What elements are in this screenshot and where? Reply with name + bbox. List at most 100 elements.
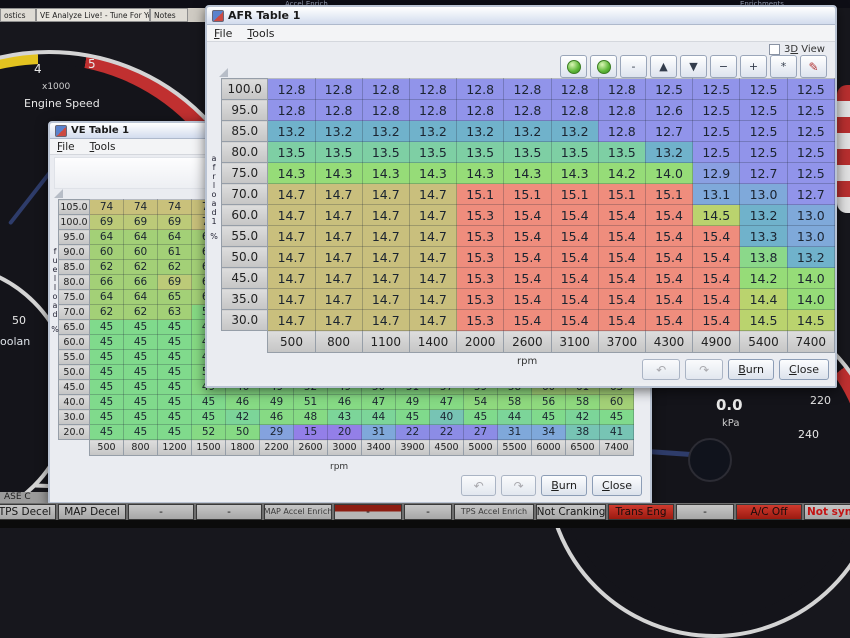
increment-button[interactable]: + bbox=[740, 55, 767, 78]
row-down-button[interactable]: ▼ bbox=[680, 55, 707, 78]
ve-cell[interactable]: 64 bbox=[124, 290, 158, 305]
ve-cell[interactable]: 51 bbox=[294, 395, 328, 410]
ve-cell[interactable]: 49 bbox=[260, 395, 294, 410]
afr-menu-tools[interactable]: Tools bbox=[247, 27, 274, 40]
decrement-small-button[interactable]: - bbox=[620, 55, 647, 78]
ve-cell[interactable]: 41 bbox=[600, 425, 634, 440]
afr-cell[interactable]: 14.7 bbox=[409, 226, 456, 247]
afr-cell[interactable]: 12.8 bbox=[409, 100, 456, 121]
ve-cell[interactable]: 45 bbox=[124, 410, 158, 425]
ve-burn-button[interactable]: Burn bbox=[541, 475, 587, 496]
edit-pencil-icon[interactable]: ✎ bbox=[800, 55, 827, 78]
ve-cell[interactable]: 69 bbox=[158, 275, 192, 290]
ve-cell[interactable]: 38 bbox=[566, 425, 600, 440]
afr-cell[interactable]: 14.2 bbox=[740, 268, 787, 289]
afr-cell[interactable]: 12.8 bbox=[268, 79, 315, 100]
ve-cell[interactable]: 42 bbox=[566, 410, 600, 425]
afr-undo-button[interactable]: ↶ bbox=[642, 359, 680, 380]
ve-cell[interactable]: 69 bbox=[90, 215, 124, 230]
afr-cell[interactable]: 12.5 bbox=[787, 142, 834, 163]
afr-cell[interactable]: 15.1 bbox=[551, 184, 598, 205]
afr-cell[interactable]: 13.2 bbox=[457, 121, 504, 142]
ve-cell[interactable]: 45 bbox=[90, 410, 124, 425]
row-up-button[interactable]: ▲ bbox=[650, 55, 677, 78]
afr-window-titlebar[interactable]: AFR Table 1 bbox=[207, 7, 835, 25]
afr-cell[interactable]: 14.7 bbox=[268, 289, 315, 310]
afr-cell[interactable]: 12.5 bbox=[740, 121, 787, 142]
afr-cell[interactable]: 15.3 bbox=[457, 289, 504, 310]
afr-cell[interactable]: 15.4 bbox=[645, 310, 692, 331]
afr-cell[interactable]: 13.2 bbox=[551, 121, 598, 142]
ve-cell[interactable]: 45 bbox=[124, 395, 158, 410]
afr-cell[interactable]: 14.7 bbox=[268, 226, 315, 247]
afr-cell[interactable]: 15.4 bbox=[551, 289, 598, 310]
afr-cell[interactable]: 14.7 bbox=[362, 310, 409, 331]
afr-cell[interactable]: 12.8 bbox=[504, 100, 551, 121]
ve-cell[interactable]: 42 bbox=[226, 410, 260, 425]
afr-cell[interactable]: 12.5 bbox=[693, 79, 740, 100]
afr-cell[interactable]: 14.7 bbox=[409, 268, 456, 289]
ve-cell[interactable]: 62 bbox=[124, 260, 158, 275]
ve-cell[interactable]: 29 bbox=[260, 425, 294, 440]
ve-cell[interactable]: 50 bbox=[226, 425, 260, 440]
afr-cell[interactable]: 12.8 bbox=[598, 121, 645, 142]
ve-cell[interactable]: 45 bbox=[158, 380, 192, 395]
ve-cell[interactable]: 45 bbox=[158, 365, 192, 380]
live-follow-icon[interactable] bbox=[560, 55, 587, 78]
afr-cell[interactable]: 14.7 bbox=[409, 184, 456, 205]
afr-cell[interactable]: 15.4 bbox=[551, 205, 598, 226]
ve-cell[interactable]: 61 bbox=[158, 245, 192, 260]
ve-cell[interactable]: 15 bbox=[294, 425, 328, 440]
afr-cell[interactable]: 15.4 bbox=[693, 289, 740, 310]
afr-cell[interactable]: 12.5 bbox=[740, 79, 787, 100]
ve-cell[interactable]: 47 bbox=[362, 395, 396, 410]
ve-cell[interactable]: 45 bbox=[532, 410, 566, 425]
ve-cell[interactable]: 45 bbox=[124, 365, 158, 380]
ve-cell[interactable]: 52 bbox=[192, 425, 226, 440]
afr-cell[interactable]: 12.8 bbox=[457, 79, 504, 100]
afr-cell[interactable]: 12.5 bbox=[693, 142, 740, 163]
afr-corner-grip[interactable] bbox=[219, 68, 228, 77]
afr-cell[interactable]: 14.5 bbox=[740, 310, 787, 331]
ve-cell[interactable]: 31 bbox=[498, 425, 532, 440]
afr-cell[interactable]: 15.4 bbox=[645, 268, 692, 289]
ve-cell[interactable]: 45 bbox=[90, 365, 124, 380]
afr-cell[interactable]: 14.3 bbox=[409, 163, 456, 184]
ve-cell[interactable]: 56 bbox=[532, 395, 566, 410]
ve-cell[interactable]: 45 bbox=[124, 335, 158, 350]
afr-cell[interactable]: 13.8 bbox=[740, 247, 787, 268]
afr-cell[interactable]: 14.0 bbox=[787, 268, 834, 289]
afr-cell[interactable]: 13.5 bbox=[409, 142, 456, 163]
decrement-button[interactable]: − bbox=[710, 55, 737, 78]
ve-cell[interactable]: 58 bbox=[498, 395, 532, 410]
ve-undo-button[interactable]: ↶ bbox=[461, 475, 496, 496]
afr-cell[interactable]: 15.4 bbox=[504, 310, 551, 331]
ve-cell[interactable]: 45 bbox=[124, 320, 158, 335]
ve-cell[interactable]: 45 bbox=[158, 335, 192, 350]
afr-cell[interactable]: 13.5 bbox=[551, 142, 598, 163]
scale-button[interactable]: * bbox=[770, 55, 797, 78]
ve-cell[interactable]: 45 bbox=[90, 320, 124, 335]
afr-cell[interactable]: 14.0 bbox=[787, 289, 834, 310]
ve-cell[interactable]: 45 bbox=[396, 410, 430, 425]
afr-cell[interactable]: 12.7 bbox=[740, 163, 787, 184]
ve-cell[interactable]: 62 bbox=[90, 260, 124, 275]
ve-cell[interactable]: 45 bbox=[158, 425, 192, 440]
afr-cell[interactable]: 14.7 bbox=[315, 226, 362, 247]
ve-cell[interactable]: 45 bbox=[158, 350, 192, 365]
ve-cell[interactable]: 45 bbox=[600, 410, 634, 425]
ve-cell[interactable]: 58 bbox=[566, 395, 600, 410]
afr-cell[interactable]: 13.5 bbox=[457, 142, 504, 163]
afr-cell[interactable]: 12.8 bbox=[315, 79, 362, 100]
afr-cell[interactable]: 14.3 bbox=[457, 163, 504, 184]
afr-cell[interactable]: 14.3 bbox=[362, 163, 409, 184]
afr-cell[interactable]: 15.4 bbox=[693, 310, 740, 331]
afr-cell[interactable]: 15.1 bbox=[504, 184, 551, 205]
afr-cell[interactable]: 15.4 bbox=[551, 247, 598, 268]
ve-close-button[interactable]: Close bbox=[592, 475, 642, 496]
afr-cell[interactable]: 14.7 bbox=[315, 268, 362, 289]
ve-cell[interactable]: 60 bbox=[90, 245, 124, 260]
afr-cell[interactable]: 15.4 bbox=[645, 205, 692, 226]
ve-cell[interactable]: 45 bbox=[124, 425, 158, 440]
ve-cell[interactable]: 22 bbox=[396, 425, 430, 440]
